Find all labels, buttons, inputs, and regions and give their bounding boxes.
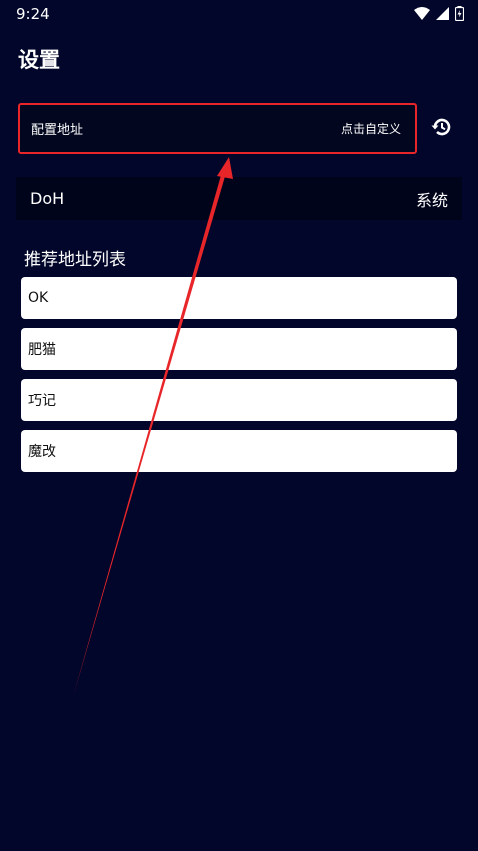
recommended-address-list: OK 肥猫 巧记 魔改: [21, 277, 457, 481]
recommended-item-ok[interactable]: OK: [21, 277, 457, 319]
doh-label: DoH: [30, 189, 65, 208]
battery-charging-icon: [455, 6, 464, 21]
status-bar: 9:24: [0, 0, 478, 28]
recommended-item-mogai[interactable]: 魔改: [21, 430, 457, 472]
custom-address-button[interactable]: 点击自定义: [341, 120, 401, 137]
history-icon: [429, 115, 453, 143]
history-button[interactable]: [424, 112, 458, 146]
config-address-label: 配置地址: [31, 123, 84, 138]
config-address-field[interactable]: 配置地址 点击自定义: [18, 103, 417, 154]
recommended-item-qiaoji[interactable]: 巧记: [21, 379, 457, 421]
recommended-item-feimao[interactable]: 肥猫: [21, 328, 457, 370]
cellular-signal-icon: [436, 7, 449, 20]
status-time: 9:24: [16, 5, 50, 23]
recommended-list-title: 推荐地址列表: [24, 250, 126, 270]
doh-setting-row[interactable]: DoH 系统: [16, 177, 462, 220]
doh-value: 系统: [415, 190, 448, 210]
wifi-icon: [414, 7, 430, 20]
page-title: 设置: [18, 48, 60, 72]
status-icons: [414, 6, 464, 21]
